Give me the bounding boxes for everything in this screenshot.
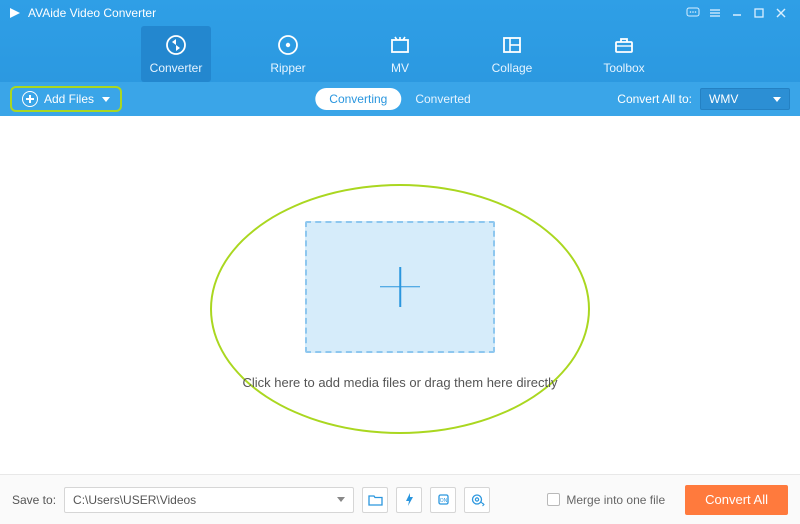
- tab-label: MV: [391, 61, 409, 75]
- tab-toolbox[interactable]: Toolbox: [589, 26, 659, 82]
- dropzone-hint: Click here to add media files or drag th…: [242, 375, 557, 390]
- mode-tab-converted[interactable]: Converted: [401, 88, 484, 110]
- svg-text:ON: ON: [439, 498, 447, 504]
- tab-label: Converter: [150, 61, 203, 75]
- add-files-label: Add Files: [44, 92, 94, 106]
- plus-icon: [380, 267, 420, 307]
- plus-circle-icon: [22, 91, 38, 107]
- tab-collage[interactable]: Collage: [477, 26, 547, 82]
- ripper-icon: [276, 33, 300, 57]
- dropzone[interactable]: [305, 221, 495, 353]
- app-title: AVAide Video Converter: [28, 6, 156, 20]
- tab-label: Toolbox: [603, 61, 644, 75]
- mode-tabs: Converting Converted: [315, 88, 484, 110]
- save-path-value: C:\Users\USER\Videos: [73, 493, 196, 507]
- tab-converter[interactable]: Converter: [141, 26, 211, 82]
- checkbox-icon: [547, 493, 560, 506]
- footer: Save to: C:\Users\USER\Videos ON Merge i…: [0, 474, 800, 524]
- tab-mv[interactable]: MV: [365, 26, 435, 82]
- mode-tab-converting[interactable]: Converting: [315, 88, 401, 110]
- header: AVAide Video Converter Converter: [0, 0, 800, 116]
- menu-icon[interactable]: [704, 3, 726, 23]
- toolbox-icon: [612, 33, 636, 57]
- convert-all-button[interactable]: Convert All: [685, 485, 788, 515]
- nav-tabs: Converter Ripper MV Collage Toolbox: [0, 26, 800, 82]
- convert-all-to-label: Convert All to:: [617, 92, 692, 106]
- highlight-ellipse: Click here to add media files or drag th…: [210, 184, 590, 434]
- converter-icon: [164, 33, 188, 57]
- output-format-select[interactable]: WMV: [700, 88, 790, 110]
- chevron-down-icon: [773, 97, 781, 102]
- main-area: Click here to add media files or drag th…: [0, 116, 800, 474]
- save-to-label: Save to:: [12, 493, 56, 507]
- maximize-icon[interactable]: [748, 3, 770, 23]
- add-files-button[interactable]: Add Files: [10, 86, 122, 112]
- feedback-icon[interactable]: [682, 3, 704, 23]
- close-icon[interactable]: [770, 3, 792, 23]
- hardware-accel-button[interactable]: ON: [430, 487, 456, 513]
- open-folder-button[interactable]: [362, 487, 388, 513]
- merge-checkbox[interactable]: Merge into one file: [547, 493, 665, 507]
- speed-button[interactable]: [396, 487, 422, 513]
- subbar: Add Files Converting Converted Convert A…: [0, 82, 800, 116]
- merge-label: Merge into one file: [566, 493, 665, 507]
- tab-ripper[interactable]: Ripper: [253, 26, 323, 82]
- chevron-down-icon: [102, 97, 110, 102]
- app-logo-icon: [8, 6, 22, 20]
- format-selected-value: WMV: [709, 92, 738, 106]
- settings-button[interactable]: [464, 487, 490, 513]
- save-path-select[interactable]: C:\Users\USER\Videos: [64, 487, 354, 513]
- mv-icon: [388, 33, 412, 57]
- tab-label: Collage: [492, 61, 533, 75]
- tab-label: Ripper: [270, 61, 305, 75]
- titlebar: AVAide Video Converter: [0, 0, 800, 26]
- collage-icon: [500, 33, 524, 57]
- minimize-icon[interactable]: [726, 3, 748, 23]
- chevron-down-icon: [337, 497, 345, 502]
